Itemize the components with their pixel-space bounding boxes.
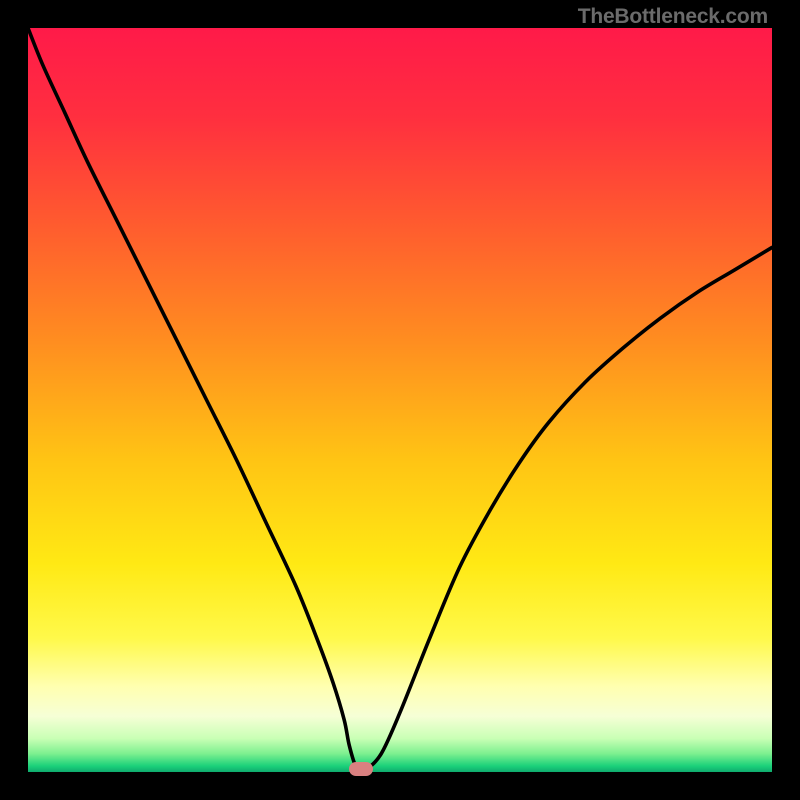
optimal-point-marker: [349, 762, 373, 776]
chart-frame: [28, 28, 772, 772]
watermark-text: TheBottleneck.com: [578, 5, 768, 29]
bottleneck-chart: [28, 28, 772, 772]
gradient-background: [28, 28, 772, 772]
